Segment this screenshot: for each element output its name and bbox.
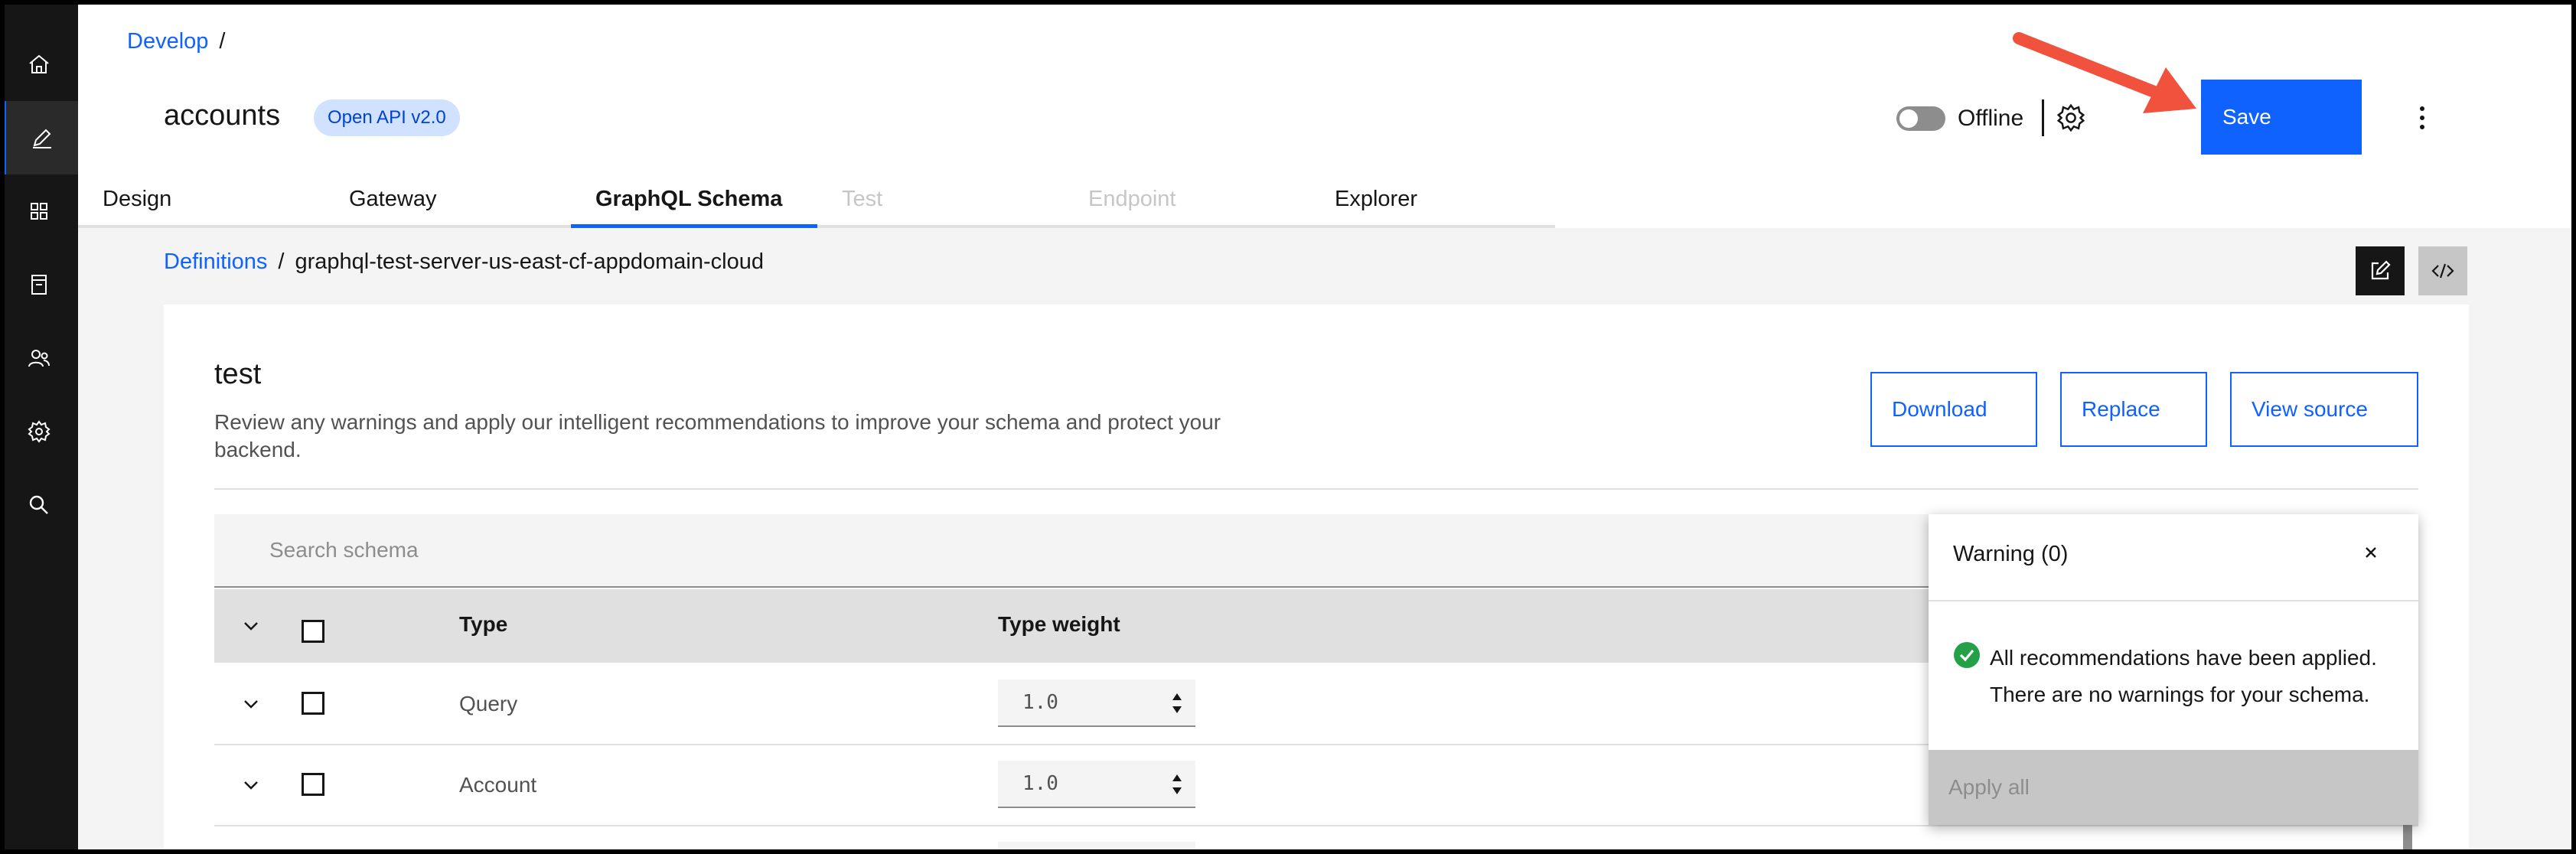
- type-weight-value: 1.0: [1022, 691, 1058, 714]
- divider: [1929, 600, 2418, 601]
- breadcrumb-separator: /: [219, 29, 226, 54]
- replace-button[interactable]: Replace: [2060, 372, 2207, 447]
- tab-endpoint: Endpoint: [1064, 176, 1310, 228]
- tab-design[interactable]: Design: [78, 176, 324, 228]
- page-title: accounts: [164, 99, 281, 132]
- type-name: Account: [459, 773, 537, 797]
- column-header-type[interactable]: Type: [459, 612, 507, 637]
- type-name: Query: [459, 692, 518, 715]
- caret-sort-icon[interactable]: [1171, 692, 1183, 715]
- scrollbar[interactable]: [2403, 825, 2412, 854]
- download-button[interactable]: Download: [1870, 372, 2037, 447]
- chevron-down-icon[interactable]: [240, 693, 262, 715]
- row-checkbox[interactable]: [302, 773, 324, 796]
- row-checkbox[interactable]: [302, 692, 324, 715]
- save-button[interactable]: Save: [2201, 80, 2362, 155]
- overflow-menu-icon[interactable]: [2411, 103, 2434, 133]
- nav-settings[interactable]: [0, 395, 78, 468]
- schema-description: Review any warnings and apply our intell…: [214, 410, 1221, 461]
- settings-icon: [28, 420, 51, 443]
- schema-title: test: [214, 358, 262, 390]
- nav-catalog[interactable]: [0, 248, 78, 321]
- form-editor-button[interactable]: [2356, 246, 2405, 295]
- warning-message-line1: All recommendations have been applied.: [1990, 646, 2377, 670]
- home-icon: [29, 54, 49, 73]
- chevron-down-icon[interactable]: [240, 615, 262, 637]
- tab-test: Test: [817, 176, 1064, 228]
- type-weight-input[interactable]: 1.0: [998, 680, 1195, 727]
- warning-panel: Warning (0) All recommendations have bee…: [1929, 514, 2418, 825]
- apps-icon: [31, 203, 47, 220]
- edit-icon: [33, 129, 51, 148]
- apply-all-button: Apply all: [1929, 750, 2418, 825]
- view-source-button[interactable]: View source: [2230, 372, 2418, 447]
- column-header-type-weight[interactable]: Type weight: [998, 612, 1120, 637]
- select-all-checkbox[interactable]: [302, 620, 324, 643]
- nav-search[interactable]: [0, 468, 78, 542]
- tab-gateway[interactable]: Gateway: [324, 176, 571, 228]
- left-nav: [0, 0, 78, 854]
- caret-sort-icon[interactable]: [1171, 773, 1183, 796]
- breadcrumb: Develop /: [127, 29, 225, 54]
- table-row: [214, 826, 2418, 854]
- edit-icon: [2371, 260, 2391, 280]
- checkmark-filled-icon: [1954, 642, 1980, 668]
- type-weight-value: 1.0: [1022, 772, 1058, 795]
- catalog-icon: [31, 275, 47, 295]
- tab-graphql-schema[interactable]: GraphQL Schema: [571, 176, 817, 228]
- code-icon: [2431, 263, 2454, 279]
- close-icon[interactable]: [2359, 540, 2383, 565]
- warning-message: All recommendations have been applied. T…: [1990, 640, 2403, 713]
- divider: [214, 488, 2418, 490]
- warning-title: Warning (0): [1953, 542, 2069, 566]
- search-icon: [29, 495, 48, 514]
- nav-develop[interactable]: [0, 101, 78, 174]
- breadcrumb-definitions-link[interactable]: Definitions: [164, 249, 267, 275]
- breadcrumb-develop-link[interactable]: Develop: [127, 29, 208, 54]
- tab-bar: Design Gateway GraphQL Schema Test Endpo…: [78, 176, 1555, 228]
- annotation-arrow: [2013, 32, 2196, 113]
- nav-home[interactable]: [0, 28, 78, 101]
- type-weight-input[interactable]: 1.0: [998, 761, 1195, 808]
- nav-apps[interactable]: [0, 174, 78, 248]
- source-editor-button[interactable]: [2418, 246, 2467, 295]
- breadcrumb-separator: /: [278, 249, 285, 274]
- warning-message-line2: There are no warnings for your schema.: [1990, 683, 2370, 706]
- nav-members[interactable]: [0, 321, 78, 395]
- tab-explorer[interactable]: Explorer: [1310, 176, 1555, 228]
- toggle-switch[interactable]: [1896, 106, 1945, 131]
- users-icon: [28, 350, 50, 367]
- type-weight-input[interactable]: [998, 842, 1195, 854]
- definitions-breadcrumb: Definitions / graphql-test-server-us-eas…: [164, 249, 764, 275]
- breadcrumb-current: graphql-test-server-us-east-cf-appdomain…: [295, 249, 764, 274]
- chevron-down-icon[interactable]: [240, 774, 262, 796]
- api-version-badge: Open API v2.0: [314, 99, 460, 136]
